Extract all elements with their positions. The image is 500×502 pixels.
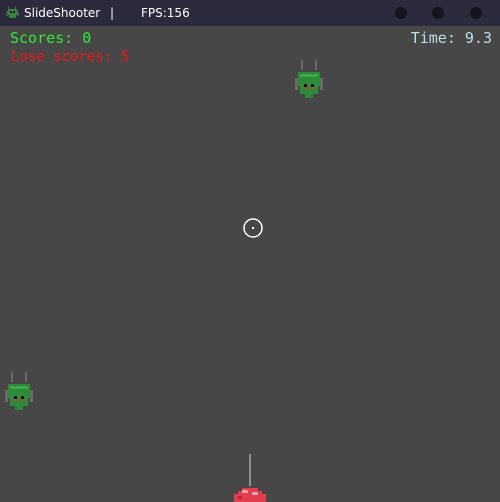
minimize-button[interactable] [395, 7, 407, 19]
title-separator: | [110, 6, 115, 20]
fps-counter: FPS:156 [141, 6, 190, 20]
app-icon [6, 6, 19, 18]
close-button[interactable] [470, 7, 482, 19]
maximize-button[interactable] [432, 7, 444, 19]
scores-label: Scores: 0 [10, 29, 92, 47]
enemy-bug[interactable] [295, 60, 325, 102]
player-ship[interactable] [230, 454, 270, 502]
window-title: SlideShooter [24, 6, 101, 20]
enemy-bug[interactable] [5, 372, 35, 414]
title-bar: SlideShooter | FPS:156 [0, 0, 500, 26]
time-label: Time: 9.3 [410, 29, 492, 47]
lose-scores-label: Lose scores: 5 [11, 49, 130, 65]
crosshair-icon [243, 218, 263, 238]
game-canvas[interactable]: Scores: 0 Lose scores: 5 Time: 9.3 [0, 26, 500, 502]
